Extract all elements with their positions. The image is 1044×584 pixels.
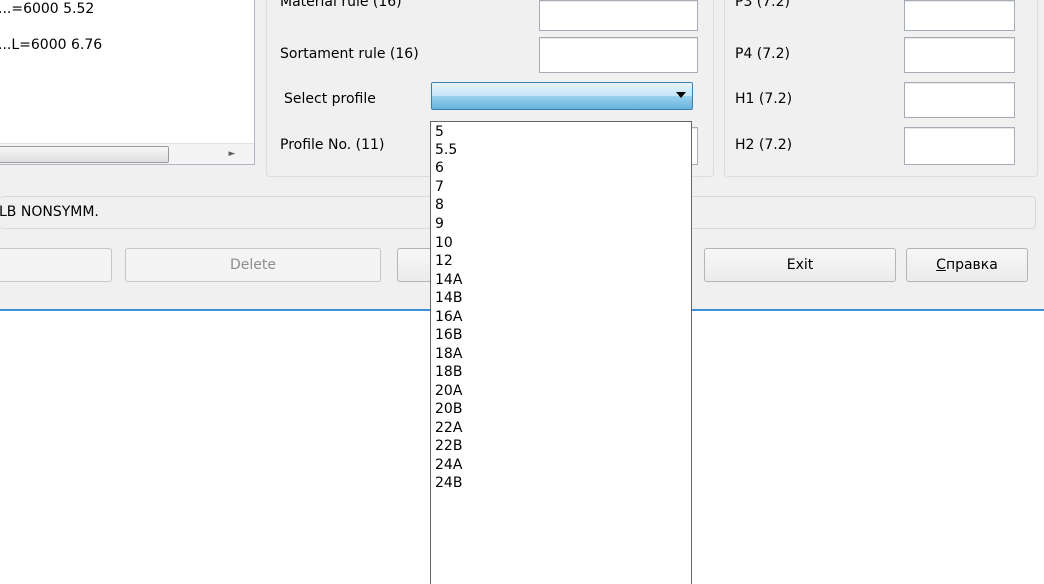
dropdown-option[interactable]: 22B [435, 438, 462, 454]
dropdown-option[interactable]: 24B [435, 475, 462, 491]
exit-button[interactable]: Exit [704, 248, 896, 282]
dropdown-option[interactable]: 8 [435, 197, 444, 213]
select-profile-combobox[interactable] [431, 82, 693, 110]
status-text: LB NONSYMM. [0, 204, 99, 220]
dropdown-option[interactable]: 7 [435, 179, 444, 195]
dropdown-option[interactable]: 20A [435, 383, 462, 399]
dropdown-option[interactable]: 22A [435, 420, 462, 436]
help-button[interactable]: Справка [906, 248, 1028, 282]
scroll-right-arrow-icon[interactable]: ► [225, 147, 239, 161]
h1-input[interactable] [904, 82, 1015, 118]
p3-label: P3 (7.2) [735, 0, 790, 10]
h2-label: H2 (7.2) [735, 137, 793, 153]
dropdown-option[interactable]: 16B [435, 327, 462, 343]
dropdown-option[interactable]: 6 [435, 160, 444, 176]
dropdown-option[interactable]: 5.5 [435, 142, 457, 158]
h1-label: H1 (7.2) [735, 91, 793, 107]
material-rule-label: Material rule (16) [280, 0, 402, 10]
dropdown-option[interactable]: 14A [435, 272, 462, 288]
list-item[interactable]: ...=6000 5.52 [0, 1, 94, 17]
results-list[interactable]: ...=6000 5.52 ...L=6000 6.76 ► [0, 0, 255, 165]
help-mnemonic: С [936, 257, 946, 273]
delete-button[interactable]: Delete [125, 248, 381, 282]
h2-input[interactable] [904, 127, 1015, 165]
help-label-rest: правка [945, 257, 998, 273]
dropdown-option[interactable]: 5 [435, 124, 444, 140]
horizontal-scrollbar[interactable]: ► [0, 143, 254, 164]
material-rule-input[interactable] [539, 0, 698, 31]
dropdown-option[interactable]: 24A [435, 457, 462, 473]
chevron-down-icon[interactable] [676, 92, 686, 98]
sortament-rule-input[interactable] [539, 37, 698, 73]
p4-label: P4 (7.2) [735, 46, 790, 62]
dropdown-option[interactable]: 12 [435, 253, 453, 269]
dropdown-option[interactable]: 18A [435, 346, 462, 362]
left-partial-button[interactable] [0, 248, 112, 282]
profile-no-label: Profile No. (11) [280, 137, 385, 153]
p4-input[interactable] [904, 37, 1015, 73]
scrollbar-thumb[interactable] [0, 146, 169, 163]
dropdown-option[interactable]: 18B [435, 364, 462, 380]
dropdown-option[interactable]: 16A [435, 309, 462, 325]
p3-input[interactable] [904, 0, 1015, 31]
profile-dropdown-list[interactable]: 5 5.5 6 7 8 9 10 12 14A 14B 16A 16B 18A … [430, 121, 692, 584]
dropdown-option[interactable]: 20B [435, 401, 462, 417]
select-profile-label: Select profile [284, 91, 376, 107]
sortament-rule-label: Sortament rule (16) [280, 46, 419, 62]
dropdown-option[interactable]: 10 [435, 235, 453, 251]
dropdown-option[interactable]: 9 [435, 216, 444, 232]
list-item[interactable]: ...L=6000 6.76 [0, 37, 102, 53]
dropdown-option[interactable]: 14B [435, 290, 462, 306]
